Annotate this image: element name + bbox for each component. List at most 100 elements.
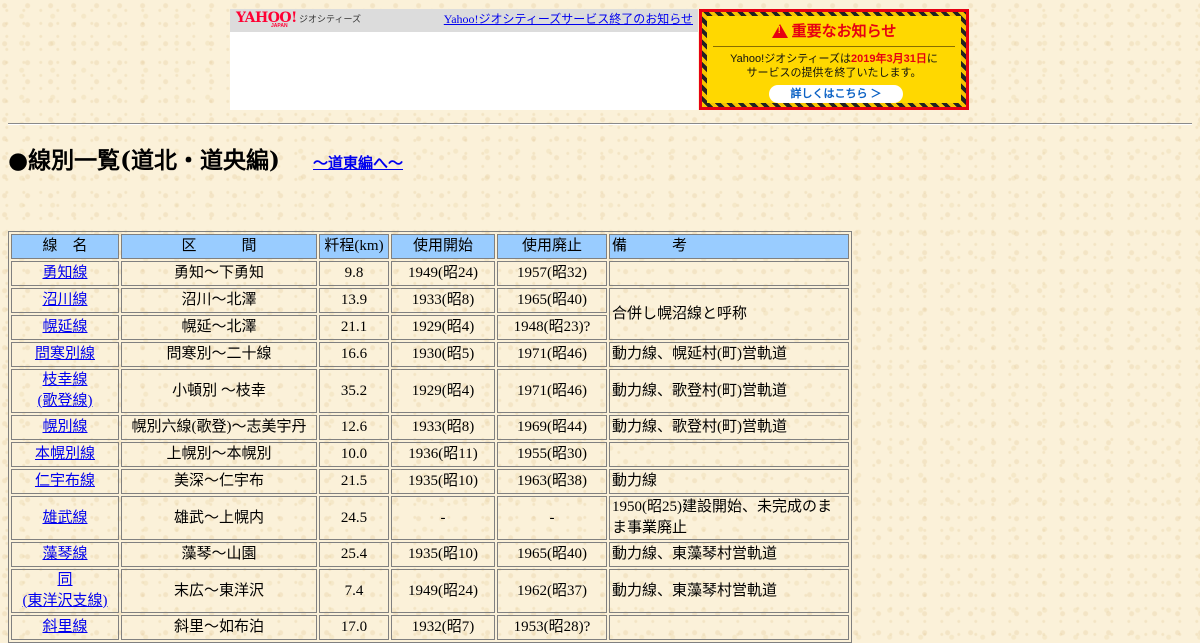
distance-cell: 35.2 [319,369,389,413]
distance-cell: 16.6 [319,342,389,367]
header-closed: 使用廃止 [497,234,607,259]
section-cell: 上幌別～本幌別 [121,442,317,467]
opened-cell: 1930(昭5) [391,342,495,367]
closed-cell: 1957(昭32) [497,261,607,286]
closed-cell: 1965(昭40) [497,288,607,313]
line-link[interactable]: 雄武線 [42,510,87,526]
table-row: 仁宇布線 美深～仁宇布 21.5 1935(昭10) 1963(昭38) 動力線 [11,469,849,494]
horizontal-rule [8,123,1192,125]
note-cell [609,261,849,286]
east-edition-link[interactable]: ～道東編へ～ [313,153,403,173]
distance-cell: 7.4 [319,569,389,613]
line-link[interactable]: 幌延線 [42,319,87,335]
line-name: 同 [57,572,73,588]
line-link[interactable]: 藻琴線 [42,546,87,562]
opened-cell: 1932(昭7) [391,615,495,640]
details-button[interactable]: 詳しくはこちら ＞ [769,85,903,103]
section-cell: 幌延～北澤 [121,315,317,340]
section-cell: 幌別六線(歌登)～志美宇丹 [121,415,317,440]
note-cell: 動力線、歌登村(町)営軌道 [609,369,849,413]
note-cell: 動力線 [609,469,849,494]
line-link[interactable]: 枝幸線 (歌登線) [38,372,93,409]
note-cell [609,442,849,467]
distance-cell: 17.0 [319,615,389,640]
line-link[interactable]: 幌別線 [42,419,87,435]
line-link[interactable]: 問寒別線 [35,346,95,362]
line-link[interactable]: 沼川線 [42,292,87,308]
line-link[interactable]: 本幌別線 [35,446,95,462]
closed-cell: 1969(昭44) [497,415,607,440]
table-row: 斜里線 斜里～如布泊 17.0 1932(昭7) 1953(昭28)? [11,615,849,640]
notice-title: 重要なお知らせ [707,22,961,41]
opened-cell: 1935(昭10) [391,469,495,494]
closed-cell: 1948(昭23)? [497,315,607,340]
opened-cell: 1933(昭8) [391,288,495,313]
line-link[interactable]: 勇知線 [42,265,87,281]
line-link[interactable]: 同 (東洋沢支線) [23,572,108,609]
header-section: 区 間 [121,234,317,259]
closed-cell: 1953(昭28)? [497,615,607,640]
notice-title-text: 重要なお知らせ [791,23,897,40]
section-cell: 勇知～下勇知 [121,261,317,286]
distance-cell: 24.5 [319,496,389,540]
line-name: 枝幸線 [42,372,88,388]
note-cell: 動力線、東藻琴村営軌道 [609,542,849,567]
line-alias: (歌登線) [37,393,93,409]
opened-cell: 1935(昭10) [391,542,495,567]
section-cell: 斜里～如布泊 [121,615,317,640]
notice-text-post: に [926,53,938,65]
notice-date: 2019年3月31日 [851,53,927,65]
opened-cell: 1949(昭24) [391,569,495,613]
table-header-row: 線 名 区 間 粁程(km) 使用開始 使用廃止 備 考 [11,234,849,259]
table-row: 勇知線 勇知～下勇知 9.8 1949(昭24) 1957(昭32) [11,261,849,286]
distance-cell: 10.0 [319,442,389,467]
note-cell: 動力線、歌登村(町)営軌道 [609,415,849,440]
table-row: 同 (東洋沢支線) 末広～東洋沢 7.4 1949(昭24) 1962(昭37) … [11,569,849,613]
closed-cell: 1963(昭38) [497,469,607,494]
note-cell: 動力線、幌延村(町)営軌道 [609,342,849,367]
distance-cell: 9.8 [319,261,389,286]
line-alias: (東洋沢支線) [22,593,108,609]
line-link[interactable]: 斜里線 [42,619,87,635]
table-row: 幌別線 幌別六線(歌登)～志美宇丹 12.6 1933(昭8) 1969(昭44… [11,415,849,440]
closed-cell: 1965(昭40) [497,542,607,567]
closed-cell: 1955(昭30) [497,442,607,467]
page-title: ●線別一覧(道北・道央編) [8,147,280,174]
line-link[interactable]: 仁宇布線 [35,473,95,489]
section-cell: 藻琴～山園 [121,542,317,567]
section-cell: 末広～東洋沢 [121,569,317,613]
notice-text-pre: Yahoo!ジオシティーズは [730,53,851,65]
geocities-banner: YAHOO! JAPAN ジオシティーズ Yahoo!ジオシティーズサービス終了… [230,9,698,110]
opened-cell: 1949(昭24) [391,261,495,286]
distance-cell: 13.9 [319,288,389,313]
table-row: 雄武線 雄武～上幌内 24.5 - - 1950(昭25)建設開始、未完成のまま… [11,496,849,540]
opened-cell: - [391,496,495,540]
section-cell: 美深～仁宇布 [121,469,317,494]
notice-divider [713,46,955,47]
line-list-table: 線 名 区 間 粁程(km) 使用開始 使用廃止 備 考 勇知線 勇知～下勇知 … [8,231,852,643]
table-row: 問寒別線 問寒別～二十線 16.6 1930(昭5) 1971(昭46) 動力線… [11,342,849,367]
notice-body: Yahoo!ジオシティーズは2019年3月31日に サービスの提供を終了いたしま… [707,52,961,80]
service-end-notice-link[interactable]: Yahoo!ジオシティーズサービス終了のお知らせ [444,12,693,27]
section-cell: 小頓別 ～枝幸 [121,369,317,413]
note-cell: 1950(昭25)建設開始、未完成のまま事業廃止 [609,496,849,540]
banner-header: YAHOO! JAPAN ジオシティーズ Yahoo!ジオシティーズサービス終了… [230,9,698,32]
important-notice-banner[interactable]: 重要なお知らせ Yahoo!ジオシティーズは2019年3月31日に サービスの提… [699,9,969,110]
distance-cell: 12.6 [319,415,389,440]
geocities-brand: ジオシティーズ [299,14,362,24]
header-note: 備 考 [609,234,849,259]
table-row: 藻琴線 藻琴～山園 25.4 1935(昭10) 1965(昭40) 動力線、東… [11,542,849,567]
header-opened: 使用開始 [391,234,495,259]
notice-text-line2: サービスの提供を終了いたします。 [746,67,922,79]
opened-cell: 1929(昭4) [391,369,495,413]
table-row: 枝幸線 (歌登線) 小頓別 ～枝幸 35.2 1929(昭4) 1971(昭46)… [11,369,849,413]
opened-cell: 1933(昭8) [391,415,495,440]
note-cell: 動力線、東藻琴村営軌道 [609,569,849,613]
section-cell: 沼川～北澤 [121,288,317,313]
note-cell: 合併し幌沼線と呼称 [609,288,849,340]
distance-cell: 25.4 [319,542,389,567]
distance-cell: 21.1 [319,315,389,340]
table-row: 沼川線 沼川～北澤 13.9 1933(昭8) 1965(昭40) 合併し幌沼線… [11,288,849,340]
warning-icon [771,24,788,38]
closed-cell: 1971(昭46) [497,342,607,367]
